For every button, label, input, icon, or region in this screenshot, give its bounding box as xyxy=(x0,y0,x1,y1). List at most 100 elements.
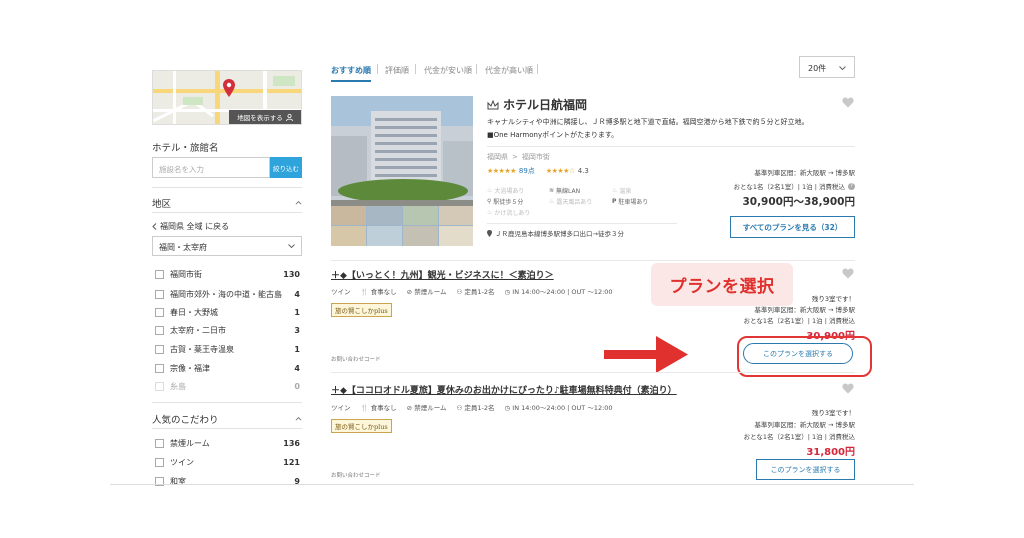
meal-text: 食事なし xyxy=(370,288,397,296)
area-heading: 地区 xyxy=(152,199,172,210)
area-checkbox-koga[interactable]: 古賀・薬王寺温泉 1 xyxy=(155,342,300,356)
checkbox[interactable] xyxy=(155,438,164,448)
chevron-down-icon xyxy=(839,66,846,71)
checkbox[interactable] xyxy=(155,269,164,279)
crown-icon xyxy=(487,99,499,109)
checkbox[interactable] xyxy=(155,325,164,335)
plan-1-title[interactable]: ＋◆【いっとく！九州】観光・ビジネスに！＜素泊り＞ xyxy=(331,268,554,281)
bath-icon: ♨ xyxy=(487,187,493,194)
location-pin-icon xyxy=(487,229,492,237)
popular-checkbox-twin[interactable]: ツイン 121 xyxy=(155,455,300,469)
filter-button[interactable]: 絞り込む xyxy=(270,157,302,178)
area-label: 糸島 xyxy=(170,381,186,391)
divider xyxy=(152,187,302,188)
rating-row: ★★★★★ 89点 ★★★★☆ 4.3 xyxy=(487,167,589,175)
breadcrumb-area[interactable]: 福岡市街 xyxy=(522,153,550,161)
show-map-button[interactable]: 地図を表示する xyxy=(229,110,301,124)
price-range: 30,900円〜38,900円 xyxy=(742,196,855,208)
hotel-name-search-input[interactable]: 施設名を入力 xyxy=(152,157,270,178)
select-plan-callout: プランを選択 xyxy=(651,263,793,306)
plan-1-favorite-heart-icon[interactable] xyxy=(842,268,854,279)
area-select-value: 福岡・太宰府 xyxy=(159,243,207,252)
divider xyxy=(487,146,855,147)
checkbox[interactable] xyxy=(155,289,164,299)
access-text: ＪＲ鹿児島本線博多駅博多口出口→徒歩３分 xyxy=(495,230,624,238)
all-plans-button[interactable]: すべてのプランを見る（32） xyxy=(730,216,855,238)
area-checkbox-dazaifu[interactable]: 太宰府・二日市 3 xyxy=(155,323,300,337)
tab-price-high[interactable]: 代金が高い順 xyxy=(485,65,533,76)
capacity-text: 定員1-2名 xyxy=(464,404,495,412)
area-label: 福岡市街 xyxy=(170,269,202,279)
back-link-label: 福岡県 全域 に戻る xyxy=(160,222,230,231)
per-page-value: 20件 xyxy=(808,64,827,73)
no-smoking-icon: ⊘ xyxy=(406,404,413,412)
hotel-title[interactable]: ホテル日航福岡 xyxy=(487,96,587,113)
smoking-info: ⊘ 禁煙ルーム xyxy=(407,402,447,412)
person-icon xyxy=(285,113,293,121)
per-page-select[interactable]: 20件 xyxy=(799,56,855,78)
area-label: 太宰府・二日市 xyxy=(170,325,226,335)
favorite-heart-icon[interactable] xyxy=(842,97,854,108)
outdoor-bath-icon: ♨ xyxy=(549,198,555,205)
tab-price-low[interactable]: 代金が安い順 xyxy=(424,65,472,76)
tab-rating[interactable]: 評価順 xyxy=(385,65,409,76)
popular-label: 禁煙ルーム xyxy=(170,438,210,448)
meal-info: 🍴 食事なし xyxy=(361,402,397,412)
area-checkbox-suburbs[interactable]: 福岡市郊外・海の中道・能古島 4 xyxy=(155,287,300,301)
area-checkbox-fukuoka-city[interactable]: 福岡市街 130 xyxy=(155,267,300,281)
plan-1-select-button[interactable]: このプランを選択する xyxy=(743,343,853,364)
checkin-text: IN 14:00〜24:00 | OUT 〜12:00 xyxy=(512,404,613,412)
popular-section-toggle[interactable]: 人気のこだわり xyxy=(152,412,302,426)
person-icon: ⚇ xyxy=(456,404,463,412)
back-to-prefecture-link[interactable]: 福岡県 全域 に戻る xyxy=(152,222,229,232)
clock-icon: ◷ xyxy=(504,404,511,412)
divider xyxy=(152,402,302,403)
meal-text: 食事なし xyxy=(370,404,397,412)
area-checkbox-kasuga[interactable]: 春日・大野城 1 xyxy=(155,305,300,319)
breadcrumb-prefecture[interactable]: 福岡県 xyxy=(487,153,508,161)
popular-checkbox-nonsmoking[interactable]: 禁煙ルーム 136 xyxy=(155,436,300,450)
plan-2-campaign-badge: 旅の賢こしかplus xyxy=(331,419,392,433)
amenity-label: 駐車場あり xyxy=(618,199,649,206)
plan-2-favorite-heart-icon[interactable] xyxy=(842,383,854,394)
area-section-toggle[interactable]: 地区 xyxy=(152,196,302,210)
tab-recommended[interactable]: おすすめ順 xyxy=(331,65,371,76)
breadcrumb: 福岡県 > 福岡市街 xyxy=(487,153,550,161)
plan-2-inquiry-code: お問い合わせコード xyxy=(331,473,381,479)
hotel-photo[interactable] xyxy=(331,96,473,246)
checkin-text: IN 14:00〜24:00 | OUT 〜12:00 xyxy=(512,288,613,296)
chevron-up-icon xyxy=(295,201,302,205)
area-count: 1 xyxy=(294,344,300,354)
map-thumbnail[interactable]: 地図を表示する xyxy=(152,70,302,125)
meal-icon: 🍴 xyxy=(360,404,369,412)
active-tab-underline xyxy=(331,80,371,82)
breadcrumb-separator: > xyxy=(512,153,518,161)
hotel-name-heading: ホテル・旅館名 xyxy=(152,143,219,154)
popular-checkbox-japanese-room[interactable]: 和室 9 xyxy=(155,474,300,488)
rating-score[interactable]: 89点 xyxy=(519,167,535,175)
plan-1-unit: おとな1名（2名1室）| 1泊 | 消費税込 xyxy=(743,317,855,325)
plan-2-select-button[interactable]: このプランを選択する xyxy=(756,459,855,480)
checkbox[interactable] xyxy=(155,307,164,317)
plan-2-meta: ツイン 🍴 食事なし ⊘ 禁煙ルーム ⚇ 定員1-2名 ◷ IN 14:00〜2… xyxy=(331,402,613,412)
checkbox[interactable] xyxy=(155,457,164,467)
area-checkbox-munakata[interactable]: 宗像・福津 4 xyxy=(155,361,300,375)
area-count: 3 xyxy=(294,325,300,335)
plan-2-title[interactable]: ＋◆【ココロオドル夏旅】夏休みのお出かけにぴったり♪駐車場無料特典付（素泊り） xyxy=(331,383,677,396)
area-select[interactable]: 福岡・太宰府 xyxy=(152,236,302,256)
clock-icon: ◷ xyxy=(504,288,511,296)
price-unit: おとな1名（2名1室）| 1泊 | 消費税込 ? xyxy=(734,181,855,191)
access-info: ＪＲ鹿児島本線博多駅博多口出口→徒歩３分 xyxy=(487,228,624,238)
show-map-label: 地図を表示する xyxy=(237,114,283,122)
area-checkbox-itoshima: 糸島 0 xyxy=(155,379,300,393)
capacity-info: ⚇ 定員1-2名 xyxy=(457,402,495,412)
room-type: ツイン xyxy=(331,404,351,412)
checkbox[interactable] xyxy=(155,344,164,354)
hotel-building-image xyxy=(331,96,473,246)
help-icon[interactable]: ? xyxy=(848,182,855,190)
water-icon: ♨ xyxy=(487,209,493,216)
onsen-icon: ♨ xyxy=(612,187,618,194)
amenity-wifi: ≋ 無線LAN xyxy=(549,186,580,195)
plan-1-inquiry-code: お問い合わせコード xyxy=(331,357,381,363)
checkbox[interactable] xyxy=(155,363,164,373)
